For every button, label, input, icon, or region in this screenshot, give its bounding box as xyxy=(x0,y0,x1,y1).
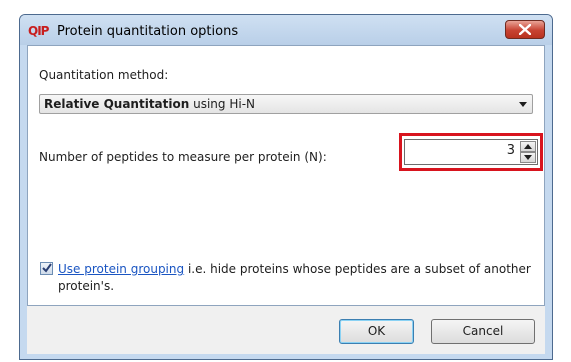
quantitation-method-label: Quantitation method: xyxy=(39,68,169,82)
protein-grouping-description: Use protein grouping i.e. hide proteins … xyxy=(58,261,538,295)
stepper-up-button[interactable] xyxy=(520,141,536,152)
quantitation-method-dropdown[interactable]: Relative Quantitation using Hi-N xyxy=(39,94,533,114)
app-logo-icon: QIP xyxy=(28,24,49,38)
stepper-value: 3 xyxy=(506,143,515,158)
arrow-down-icon xyxy=(524,155,532,160)
button-bar: OK Cancel xyxy=(27,306,545,354)
ok-button[interactable]: OK xyxy=(339,319,414,344)
close-icon xyxy=(519,24,531,35)
chevron-down-icon xyxy=(519,102,527,107)
window-title: Protein quantitation options xyxy=(57,24,239,39)
close-button[interactable] xyxy=(505,20,545,39)
dropdown-selected-value: Relative Quantitation using Hi-N xyxy=(44,97,255,111)
arrow-up-icon xyxy=(524,144,532,149)
dialog-body: Quantitation method: Relative Quantitati… xyxy=(27,45,545,306)
selected-method-rest: using Hi-N xyxy=(189,97,256,111)
selected-method-bold: Relative Quantitation xyxy=(44,97,190,111)
dialog-window: QIP Protein quantitation options Quantit… xyxy=(19,14,553,360)
peptides-per-protein-stepper[interactable]: 3 xyxy=(404,139,538,165)
protein-grouping-link[interactable]: Use protein grouping xyxy=(58,262,184,276)
title-bar[interactable]: QIP Protein quantitation options xyxy=(20,15,552,45)
protein-grouping-checkbox[interactable] xyxy=(40,262,53,275)
checkmark-icon xyxy=(42,263,52,273)
peptides-per-protein-label: Number of peptides to measure per protei… xyxy=(39,150,327,164)
stepper-down-button[interactable] xyxy=(520,152,536,163)
cancel-button[interactable]: Cancel xyxy=(431,319,535,344)
stepper-buttons xyxy=(520,141,536,163)
